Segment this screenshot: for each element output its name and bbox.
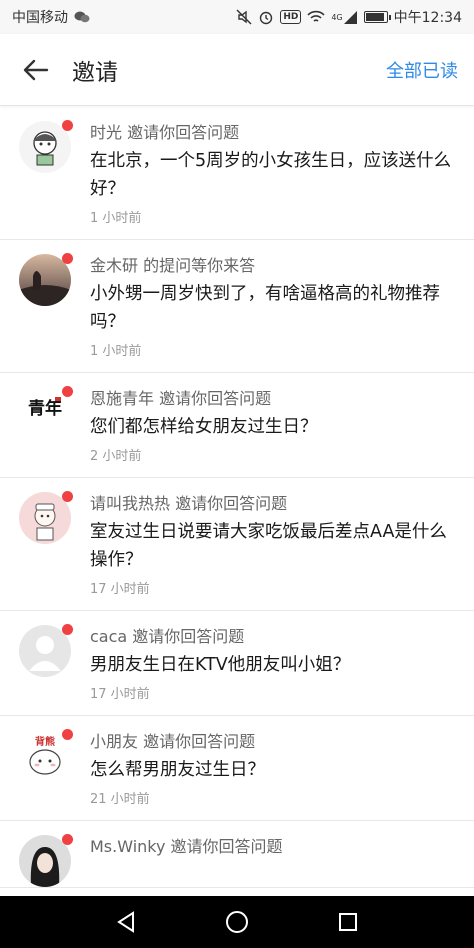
unread-dot [62, 253, 73, 264]
inviter-name[interactable]: 时光 [90, 123, 122, 142]
timestamp: 1 小时前 [90, 344, 142, 359]
avatar-container: 背熊 [0, 729, 90, 820]
avatar-container [0, 624, 90, 715]
invitation-item[interactable]: caca 邀请你回答问题 男朋友生日在KTV他朋友叫小姐？ 17 小时前 [0, 611, 474, 716]
inviter-name[interactable]: 请叫我热热 [90, 494, 170, 513]
unread-dot [62, 624, 73, 635]
invitation-content: Ms.Winky 邀请你回答问题 [90, 835, 474, 887]
invitation-content: caca 邀请你回答问题 男朋友生日在KTV他朋友叫小姐？ 17 小时前 [90, 625, 474, 715]
avatar-container [0, 491, 90, 610]
invitation-list: 时光 邀请你回答问题 在北京，一个5周岁的小女孩生日，应该送什么好？ 1 小时前… [0, 107, 474, 888]
wechat-icon [74, 10, 90, 24]
timestamp: 21 小时前 [90, 792, 150, 807]
signal-icon: 4G [331, 10, 357, 24]
invitation-content: 恩施青年 邀请你回答问题 您们都怎样给女朋友过生日？ 2 小时前 [90, 387, 474, 477]
avatar[interactable] [19, 491, 73, 544]
avatar-container [0, 253, 90, 372]
invitation-content: 金木研 的提问等你来答 小外甥一周岁快到了，有啥逼格高的礼物推荐吗？ 1 小时前 [90, 254, 474, 372]
unread-dot [62, 120, 73, 131]
inviter-name[interactable]: Ms.Winky [90, 837, 165, 856]
invitation-meta: 小朋友 邀请你回答问题 [90, 730, 458, 754]
invitation-action: 邀请你回答问题 [175, 494, 288, 513]
timestamp [90, 865, 458, 875]
back-button[interactable] [0, 34, 72, 106]
invitation-content: 小朋友 邀请你回答问题 怎么帮男朋友过生日？ 21 小时前 [90, 730, 474, 820]
circle-home-icon [225, 911, 248, 933]
unread-dot [62, 386, 73, 397]
status-bar: 中国移动 HD 4G 中午12:34 [0, 0, 474, 34]
invitation-action: 的提问等你来答 [143, 256, 256, 275]
network-type-label: 4G [331, 12, 343, 22]
invitation-item[interactable]: 时光 邀请你回答问题 在北京，一个5周岁的小女孩生日，应该送什么好？ 1 小时前 [0, 107, 474, 240]
unread-dot [62, 491, 73, 502]
invitation-action: 邀请你回答问题 [132, 627, 245, 646]
nav-recents-button[interactable] [328, 902, 368, 942]
invitation-item[interactable]: 背熊 小朋友 邀请你回答问题 怎么帮男朋友过生日？ 21 小时前 [0, 716, 474, 821]
unread-dot [62, 729, 73, 740]
invitation-item[interactable]: 金木研 的提问等你来答 小外甥一周岁快到了，有啥逼格高的礼物推荐吗？ 1 小时前 [0, 240, 474, 373]
invitation-meta: 金木研 的提问等你来答 [90, 254, 458, 278]
inviter-name[interactable]: 金木研 [90, 256, 138, 275]
mark-all-read-button[interactable]: 全部已读 [386, 57, 474, 83]
invitation-action: 邀请你回答问题 [170, 837, 283, 856]
clock: 中午12:34 [393, 10, 462, 26]
system-nav-bar [0, 896, 474, 948]
avatar-text: 青年 [28, 399, 62, 419]
timestamp: 2 小时前 [90, 449, 142, 464]
avatar[interactable] [19, 624, 73, 677]
arrow-left-icon [23, 59, 49, 80]
avatar[interactable] [19, 834, 73, 887]
invitation-content: 时光 邀请你回答问题 在北京，一个5周岁的小女孩生日，应该送什么好？ 1 小时前 [90, 121, 474, 239]
question-title[interactable]: 小外甥一周岁快到了，有啥逼格高的礼物推荐吗？ [90, 280, 458, 336]
avatar[interactable] [19, 120, 73, 173]
nav-home-button[interactable] [217, 902, 257, 942]
mute-icon [236, 9, 252, 25]
triangle-back-icon [116, 911, 134, 933]
invitation-action: 邀请你回答问题 [143, 732, 256, 751]
avatar-container [0, 834, 90, 887]
avatar[interactable]: 背熊 [19, 729, 73, 782]
timestamp: 17 小时前 [90, 687, 150, 702]
question-title[interactable]: 您们都怎样给女朋友过生日？ [90, 413, 458, 441]
app-bar: 邀请 全部已读 [0, 34, 474, 106]
inviter-name[interactable]: caca [90, 627, 127, 646]
invitation-item[interactable]: 青年 恩施青年 邀请你回答问题 您们都怎样给女朋友过生日？ 2 小时前 [0, 373, 474, 478]
wifi-icon [307, 10, 325, 24]
invitation-item[interactable]: Ms.Winky 邀请你回答问题 [0, 821, 474, 888]
timestamp: 17 小时前 [90, 582, 150, 597]
square-recents-icon [339, 913, 358, 931]
question-title[interactable]: 怎么帮男朋友过生日？ [90, 756, 458, 784]
invitation-meta: 时光 邀请你回答问题 [90, 121, 458, 145]
avatar-container: 青年 [0, 386, 90, 477]
unread-dot [62, 834, 73, 845]
invitation-action: 邀请你回答问题 [159, 389, 272, 408]
invitation-content: 请叫我热热 邀请你回答问题 室友过生日说要请大家吃饭最后差点AA是什么操作？ 1… [90, 492, 474, 610]
inviter-name[interactable]: 小朋友 [90, 732, 138, 751]
invitation-item[interactable]: 请叫我热热 邀请你回答问题 室友过生日说要请大家吃饭最后差点AA是什么操作？ 1… [0, 478, 474, 611]
avatar[interactable]: 青年 [19, 386, 73, 439]
page-title: 邀请 [72, 59, 118, 86]
battery-icon [363, 11, 391, 23]
carrier-label: 中国移动 [12, 10, 68, 26]
question-title[interactable]: 室友过生日说要请大家吃饭最后差点AA是什么操作？ [90, 518, 458, 574]
invitation-meta: 恩施青年 邀请你回答问题 [90, 387, 458, 411]
question-title[interactable]: 男朋友生日在KTV他朋友叫小姐？ [90, 651, 458, 679]
nav-back-button[interactable] [106, 902, 146, 942]
timestamp: 1 小时前 [90, 211, 142, 226]
alarm-icon [258, 9, 274, 25]
invitation-meta: caca 邀请你回答问题 [90, 625, 458, 649]
question-title[interactable]: 在北京，一个5周岁的小女孩生日，应该送什么好？ [90, 147, 458, 203]
avatar-container [0, 120, 90, 239]
inviter-name[interactable]: 恩施青年 [90, 389, 154, 408]
invitation-meta: 请叫我热热 邀请你回答问题 [90, 492, 458, 516]
invitation-meta: Ms.Winky 邀请你回答问题 [90, 835, 458, 859]
hd-badge: HD [280, 10, 302, 24]
invitation-action: 邀请你回答问题 [127, 123, 240, 142]
avatar[interactable] [19, 253, 73, 306]
